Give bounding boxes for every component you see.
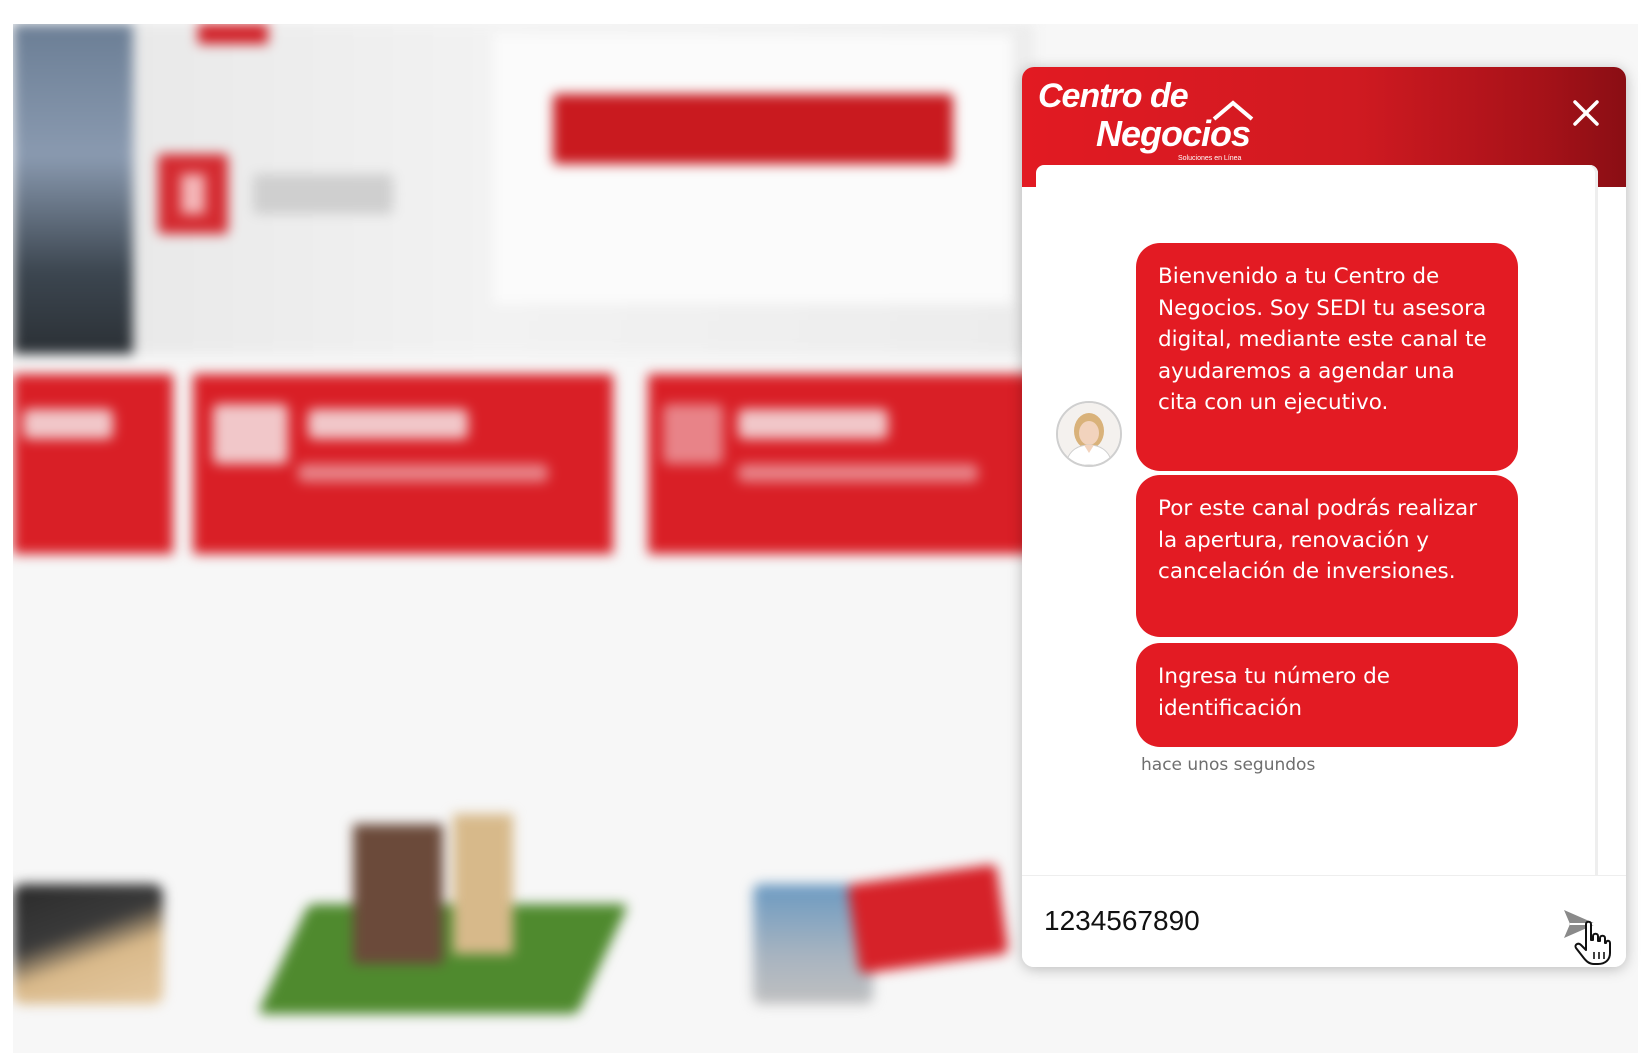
advisor-avatar	[1056, 401, 1122, 467]
background-shoe-image	[13, 884, 163, 1004]
centro-de-negocios-logo: Centro de Negocios Soluciones en Línea	[1038, 77, 1268, 167]
background-tile-text-2	[298, 464, 548, 482]
background-red-icon-glyph	[181, 174, 205, 214]
background-tile-title-2	[308, 409, 468, 439]
chat-widget: Centro de Negocios Soluciones en Línea B…	[1022, 67, 1626, 967]
bot-message: Bienvenido a tu Centro de Negocios. Soy …	[1136, 243, 1518, 471]
background-tile-icon-3	[663, 404, 723, 464]
hand-pointer-cursor	[1574, 920, 1611, 965]
chat-message-input[interactable]	[1042, 900, 1526, 942]
background-person-photo	[13, 24, 133, 354]
bot-message: Por este canal podrás realizar la apertu…	[1136, 475, 1518, 637]
background-red-card-image	[847, 863, 1009, 975]
bot-message: Ingresa tu número de identificación	[1136, 643, 1518, 747]
close-button[interactable]	[1566, 93, 1606, 133]
background-box-image-1	[353, 824, 443, 964]
background-tile-title-3	[738, 409, 888, 439]
background-white-card	[493, 34, 1013, 304]
background-red-tile-1	[13, 374, 173, 554]
close-icon	[1573, 100, 1599, 126]
logo-tagline: Soluciones en Línea	[1178, 155, 1242, 162]
advisor-avatar-icon	[1058, 403, 1120, 465]
logo-text-line-1: Centro de	[1038, 77, 1189, 115]
chat-messages-area[interactable]: Bienvenido a tu Centro de Negocios. Soy …	[1036, 165, 1598, 875]
background-tile-icon-2	[213, 404, 288, 464]
background-grass-image	[257, 904, 629, 1014]
background-tile-title-1	[23, 409, 113, 439]
background-grey-text	[253, 174, 393, 214]
roof-icon	[1212, 100, 1254, 121]
chat-input-bar	[1022, 875, 1626, 967]
background-tutorial-button	[553, 94, 953, 164]
message-timestamp: hace unos segundos	[1141, 755, 1316, 775]
background-tile-text-3	[738, 464, 978, 482]
background-box-image-2	[453, 814, 513, 954]
background-red-block	[198, 24, 268, 44]
